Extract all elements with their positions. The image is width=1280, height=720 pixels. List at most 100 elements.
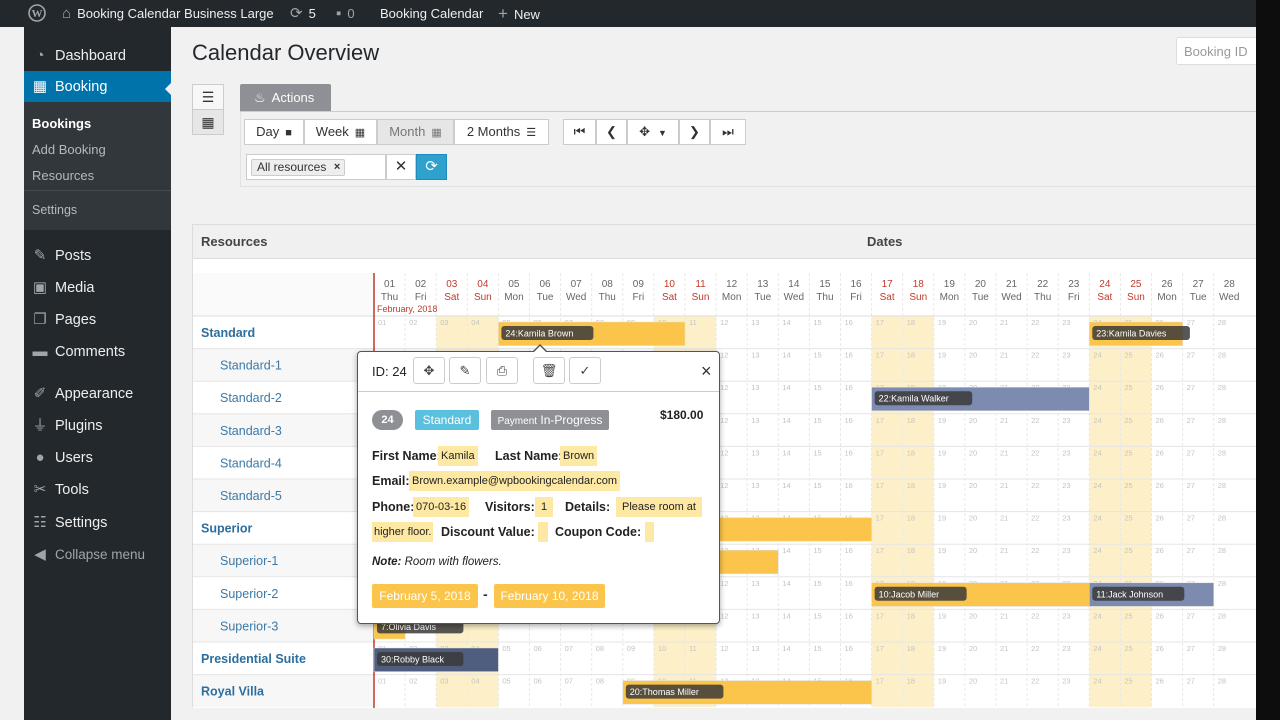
navigate-dropdown-button[interactable]: ✥ ▼: [627, 119, 679, 145]
resource-name[interactable]: Superior-1: [220, 554, 278, 568]
booking-label: 22:Kamila Walker: [879, 394, 949, 404]
resource-badge: Standard: [415, 410, 479, 430]
cell-day-number: 25: [1124, 611, 1132, 620]
details-label: Details:: [565, 500, 611, 514]
last-period-button[interactable]: ⏭: [710, 119, 746, 145]
cell-day-number: 20: [969, 644, 977, 653]
menu-settings[interactable]: ☷ Settings: [24, 507, 171, 539]
resource-name[interactable]: Superior: [201, 522, 253, 536]
edit-booking-button[interactable]: ✎: [449, 357, 481, 384]
cell-day-number: 15: [813, 383, 821, 392]
close-icon: ✕: [394, 158, 408, 175]
wordpress-logo[interactable]: W: [28, 0, 46, 27]
submenu-add-booking[interactable]: Add Booking: [32, 142, 106, 157]
cell-day-number: 12: [720, 579, 728, 588]
booking-label: 10:Jacob Miller: [879, 589, 940, 599]
booking-calendar-link[interactable]: Booking Calendar: [380, 0, 483, 27]
menu-media[interactable]: ▣ Media: [24, 272, 171, 304]
cell-day-number: 20: [969, 514, 977, 523]
day-number: 12: [726, 279, 738, 290]
view-week-button[interactable]: Week ▦: [304, 119, 377, 145]
resource-name[interactable]: Standard: [201, 326, 255, 340]
resource-name[interactable]: Superior-2: [220, 587, 278, 601]
menu-comments[interactable]: ▬ Comments: [24, 336, 171, 368]
first-name-value: Kamila: [438, 446, 478, 466]
cell-day-number: 15: [813, 611, 821, 620]
cell-day-number: 16: [845, 481, 853, 490]
svg-text:W: W: [32, 8, 43, 20]
details-value-line2: higher floor.: [372, 522, 434, 542]
menu-collapse[interactable]: ◀ Collapse menu: [24, 539, 171, 571]
cell-day-number: 20: [969, 318, 977, 327]
cell-day-number: 14: [782, 383, 790, 392]
menu-users[interactable]: ● Users: [24, 442, 171, 474]
move-booking-button[interactable]: ✥: [413, 357, 445, 384]
view-2-months-button[interactable]: 2 Months ☰: [454, 119, 549, 145]
day-number: 26: [1161, 279, 1173, 290]
cell-day-number: 18: [907, 677, 915, 686]
calendar-view-button[interactable]: ▦: [192, 109, 224, 135]
comments-link[interactable]: ▪ 0: [336, 0, 355, 27]
previous-period-button[interactable]: ❮: [596, 119, 627, 145]
menu-plugins[interactable]: ⏚ Plugins: [24, 410, 171, 442]
approve-booking-button[interactable]: ✓: [569, 357, 601, 384]
note-line: Note: Room with flowers.: [372, 556, 502, 568]
submenu-bookings[interactable]: Bookings: [32, 116, 91, 131]
resource-select[interactable]: All resources ×: [246, 154, 386, 180]
first-period-button[interactable]: ⏮: [563, 119, 596, 145]
next-period-button[interactable]: ❯: [679, 119, 710, 145]
print-booking-button[interactable]: ⎙: [486, 357, 518, 384]
resource-name[interactable]: Royal Villa: [201, 685, 265, 699]
cell-day-number: 13: [751, 416, 759, 425]
cell-day-number: 27: [1187, 611, 1195, 620]
resource-name[interactable]: Standard-1: [220, 359, 282, 373]
resource-name[interactable]: Superior-3: [220, 619, 278, 633]
menu-booking[interactable]: ▦ Booking: [24, 71, 171, 103]
view-month-button[interactable]: Month ▦: [377, 119, 454, 145]
day-weekday: Wed: [1219, 292, 1239, 303]
cell-day-number: 16: [845, 416, 853, 425]
menu-appearance[interactable]: ✐ Appearance: [24, 378, 171, 410]
resource-name[interactable]: Standard-3: [220, 424, 282, 438]
menu-posts[interactable]: ✎ Posts: [24, 240, 171, 272]
admin-sidebar: ◔ Dashboard ▦ Booking Bookings Add Booking…: [24, 27, 171, 720]
collapse-icon: ◀: [34, 546, 46, 563]
refresh-button[interactable]: ⟳: [416, 154, 447, 180]
cell-day-number: 03: [440, 318, 448, 327]
booking-id-search-input[interactable]: Booking ID: [1176, 37, 1256, 65]
menu-tools[interactable]: ✂ Tools: [24, 474, 171, 506]
menu-dashboard[interactable]: ◔ Dashboard: [24, 40, 171, 72]
cell-day-number: 22: [1031, 416, 1039, 425]
clear-filter-button[interactable]: ✕: [386, 154, 416, 180]
cell-day-number: 20: [969, 677, 977, 686]
label-text: Visitors: [485, 500, 531, 514]
new-content-link[interactable]: + New: [498, 0, 540, 27]
actions-tab[interactable]: ♨ Actions: [240, 84, 331, 111]
submenu-settings[interactable]: Settings: [32, 203, 77, 217]
resource-name[interactable]: Standard-5: [220, 489, 282, 503]
day-number: 08: [602, 279, 614, 290]
resource-name[interactable]: Standard-4: [220, 456, 282, 470]
remove-tag-icon[interactable]: ×: [334, 160, 340, 175]
resource-name[interactable]: Standard-2: [220, 391, 282, 405]
popover-close-icon[interactable]: ×: [701, 361, 712, 382]
cell-day-number: 20: [969, 546, 977, 555]
site-name-link[interactable]: ⌂ Booking Calendar Business Large: [62, 0, 274, 27]
view-day-button[interactable]: Day ■: [244, 119, 304, 145]
cell-day-number: 13: [751, 318, 759, 327]
resource-name[interactable]: Presidential Suite: [201, 652, 306, 666]
chevron-left-icon: ❮: [606, 124, 617, 139]
view-label: 2 Months: [466, 124, 521, 139]
media-icon: ▣: [32, 279, 48, 296]
day-weekday: Sun: [1127, 292, 1145, 303]
menu-pages[interactable]: ❐ Pages: [24, 304, 171, 336]
day-weekday: Fri: [633, 292, 645, 303]
settings-icon: ☷: [33, 514, 47, 531]
delete-booking-button[interactable]: 🗑: [533, 357, 565, 384]
updates-link[interactable]: ⟳ 5: [290, 0, 316, 27]
label-text: Phone: [372, 500, 411, 514]
popover-tail-inner: [533, 346, 547, 353]
day-weekday: Thu: [381, 292, 398, 303]
list-view-button[interactable]: ☰: [192, 84, 224, 110]
submenu-resources[interactable]: Resources: [32, 168, 94, 183]
